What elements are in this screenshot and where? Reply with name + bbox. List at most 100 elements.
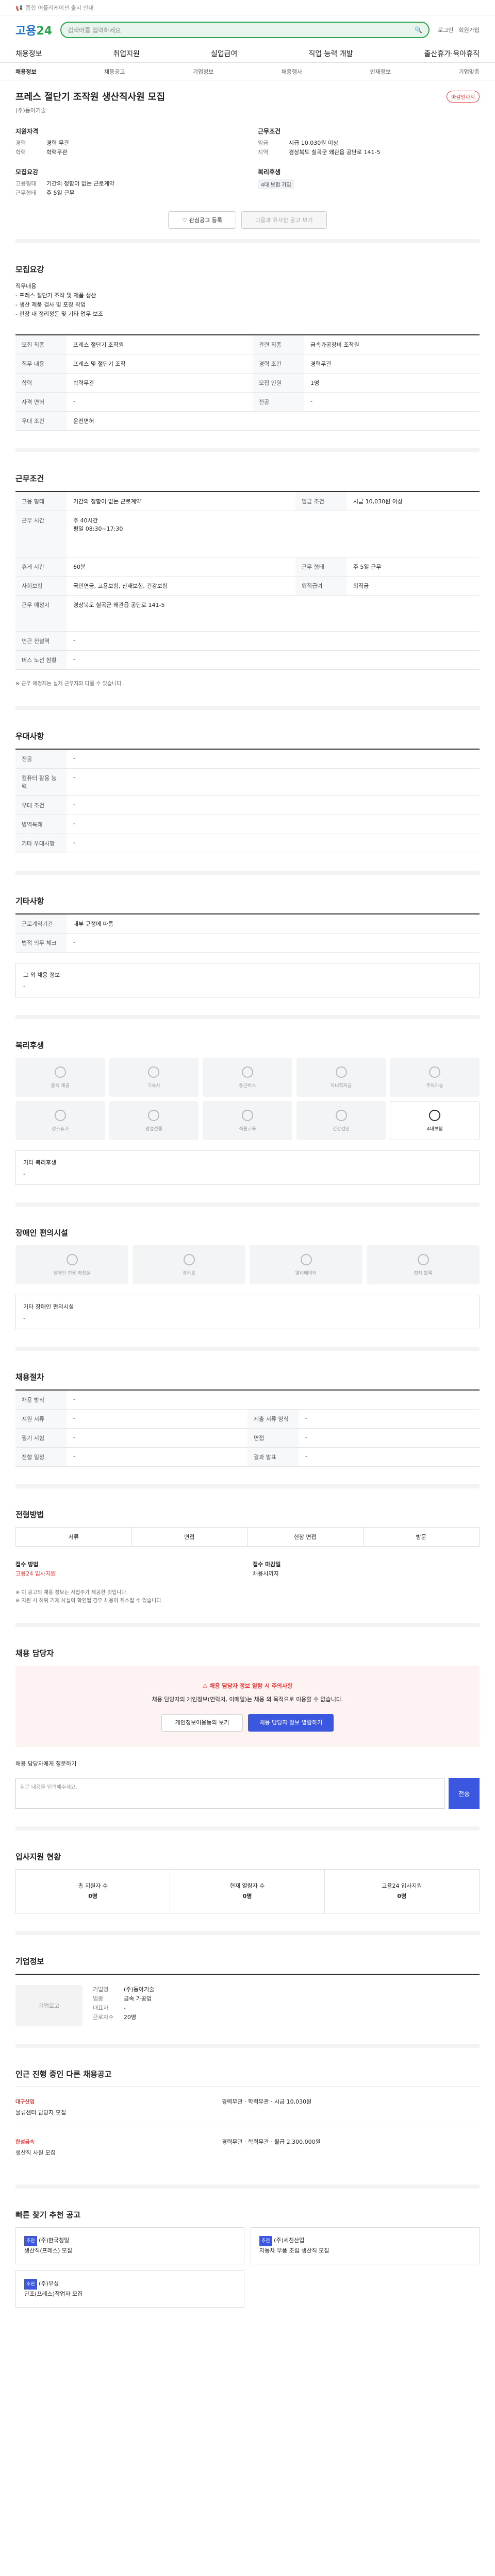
conditions-section: 근무조건 고용 형태 기간의 정함이 없는 근로계약 임금 조건 시급 10,030원…: [15, 452, 480, 710]
search-icon[interactable]: 🔍: [415, 26, 422, 33]
company-section: 기업정보 기업로고 기업명 (주)동아기술 업종 금속 가공업 대표자 - 근로자수 2…: [15, 1935, 480, 2048]
section-title: 채용절차: [15, 1372, 44, 1382]
conditions-table: 고용 형태 기간의 정함이 없는 근로계약 임금 조건 시급 10,030원 이상 근…: [15, 491, 480, 670]
section-title: 빠른 찾기 추천 공고: [15, 2210, 81, 2219]
subnav-item[interactable]: 채용행사: [282, 67, 302, 76]
join-link[interactable]: 회원가입: [459, 26, 480, 34]
method-tab[interactable]: 서류: [16, 1528, 132, 1546]
contact-alert: ⚠ 채용 담당자 정보 열람 시 주의사항 채용 담당자의 개인정보(연락처, …: [15, 1666, 480, 1747]
leave-icon: [54, 1109, 66, 1121]
subnav-item[interactable]: 채용공고: [104, 67, 125, 76]
method-tab[interactable]: 면접: [132, 1528, 248, 1546]
bus-icon: [241, 1066, 253, 1078]
apply-section: 전형방법 서류 면접 현장 면접 방문 접수 방법 고용24 입사지원 접수 마감…: [15, 1488, 480, 1627]
warning-icon: ⚠: [202, 1683, 208, 1689]
login-link[interactable]: 로그인: [438, 26, 453, 34]
facility-item: 장애인 전용 화장실: [15, 1245, 128, 1284]
logo[interactable]: 고용24: [15, 22, 52, 38]
facility-item: 점자 블록: [367, 1245, 480, 1284]
top-notice[interactable]: 통합 어플리케이션 출시 안내: [26, 4, 94, 12]
nav-item[interactable]: 취업지원: [113, 48, 140, 59]
job-title: 프레스 절단기 조작원 생산직사원 모집: [15, 92, 166, 103]
section-title: 채용 담당자: [15, 1649, 54, 1658]
deadline-badge: 마감일까지: [447, 90, 480, 103]
toilet-icon: [66, 1253, 78, 1265]
main-nav: 채용정보 취업지원 실업급여 직업 능력 개발 출산휴가·육아휴직: [0, 44, 495, 63]
welfare-grid: 중식 제공 기숙사 통근버스 자녀학자금 주차가능 경조휴가 명절선물 직원교육…: [15, 1058, 480, 1140]
company-name[interactable]: (주)동아기술: [15, 106, 480, 114]
subnav-item[interactable]: 기업맞춤: [458, 67, 479, 76]
section-title: 근무조건: [15, 474, 44, 483]
dorm-icon: [148, 1066, 160, 1078]
education-icon: [241, 1109, 253, 1121]
send-button[interactable]: 전송: [449, 1778, 480, 1809]
ask-label: 채용 담당자에게 질문하기: [15, 1760, 77, 1767]
question-textarea[interactable]: 질문 내용을 입력해주세요.: [15, 1778, 444, 1809]
util-menu: 로그인 회원가입: [438, 26, 480, 34]
subnav-item[interactable]: 채용정보: [15, 67, 36, 76]
recommend-card[interactable]: 추천 (주)세진산업 자동차 부품 조립 생산직 모집: [251, 2227, 480, 2264]
process-table: 채용 방식 - 지원 서류 - 제출 서류 양식 - 필기 시험 - 면접 - 전형 일정 - 결…: [15, 1389, 480, 1467]
section-title: 기타사항: [15, 896, 44, 906]
topbar: 📢 통합 어플리케이션 출시 안내: [0, 0, 495, 15]
recommend-card[interactable]: 추천 (주)한국정밀 생산직(프레스) 모집: [15, 2227, 244, 2264]
section-label: 모집요강: [15, 168, 39, 176]
nav-item[interactable]: 실업급여: [211, 48, 238, 59]
privacy-view-button[interactable]: 개인정보이용동의 보기: [161, 1714, 243, 1732]
section-label: 지원자격: [15, 128, 39, 135]
scholarship-icon: [335, 1066, 347, 1078]
facility-item: 엘리베이터: [250, 1245, 362, 1284]
method-tab[interactable]: 현장 면접: [248, 1528, 364, 1546]
disability-extra: 기타 장애인 편의시설 -: [15, 1295, 480, 1329]
etc-memo: 그 외 채용 정보 -: [15, 963, 480, 997]
contact-section: 채용 담당자 ⚠ 채용 담당자 정보 열람 시 주의사항 채용 담당자의 개인정…: [15, 1627, 480, 1831]
nav-item[interactable]: 채용정보: [15, 48, 42, 59]
section-title: 기업정보: [15, 1957, 44, 1966]
job-description: 직무내용 - 프레스 절단기 조작 및 제품 생산 - 생산 제품 검사 및 포…: [15, 283, 104, 317]
subnav-item[interactable]: 인재정보: [370, 67, 391, 76]
section-title: 복리후생: [15, 1041, 44, 1050]
section-title: 입사지원 현황: [15, 1852, 61, 1861]
elevator-icon: [300, 1253, 312, 1265]
etc-section: 기타사항 근로계약기간 내부 규정에 따름 법적 의무 체크 - 그 외 채용 정보…: [15, 875, 480, 1019]
recruit-section: 모집요강 직무내용 - 프레스 절단기 조작 및 제품 생산 - 생산 제품 검…: [15, 243, 480, 452]
section-title: 인근 진행 중인 다른 채용공고: [15, 2070, 112, 2079]
section-title: 전형방법: [15, 1510, 44, 1519]
welfare-section: 복리후생 중식 제공 기숙사 통근버스 자녀학자금 주차가능 경조휴가 명절선물…: [15, 1019, 480, 1207]
parking-icon: [429, 1066, 441, 1078]
section-title: 우대사항: [15, 732, 44, 741]
notice-icon: 📢: [15, 4, 23, 11]
welfare-extra: 기타 복리후생 -: [15, 1150, 480, 1185]
contact-view-button[interactable]: 채용 담당자 정보 열람하기: [248, 1714, 334, 1732]
method-tab[interactable]: 방문: [364, 1528, 480, 1546]
related-job[interactable]: 대구산업 물류센터 담당자 모집 경력무관 · 학력무관 · 시급 10,030원: [15, 2087, 480, 2127]
related-job[interactable]: 한성금속 생산직 사원 모집 경력무관 · 학력무관 · 월급 2,300,000…: [15, 2127, 480, 2167]
subnav-item[interactable]: 기업정보: [193, 67, 213, 76]
preference-table: 전공 - 컴퓨터 활용 능력 - 우대 조건 - 병역특례 - 기타 우대사항 -: [15, 749, 480, 853]
welfare-tag: 4대 보험 가입: [258, 179, 294, 189]
welfare-item-selected: 4대보험: [390, 1101, 480, 1140]
section-title: 장애인 편의시설: [15, 1228, 68, 1238]
status-section: 입사지원 현황 총 지원자 수 0명 현재 열람자 수 0명 고용24 입사지원 0명: [15, 1831, 480, 1935]
welfare-item: 건강검진: [296, 1101, 386, 1140]
recommend-card[interactable]: 추천 (주)우성 단조(프레스)작업자 모집: [15, 2270, 244, 2308]
ramp-icon: [183, 1253, 195, 1265]
company-logo: 기업로고: [15, 1985, 82, 2026]
welfare-item: 직원교육: [203, 1101, 292, 1140]
footnote: ※ 근무 예정지는 실제 근무지와 다를 수 있습니다.: [15, 681, 123, 687]
recommend-section: 빠른 찾기 추천 공고 추천 (주)한국정밀 생산직(프레스) 모집 추천 (주)…: [15, 2189, 480, 2325]
apply-methods: 서류 면접 현장 면접 방문: [15, 1527, 480, 1547]
sub-nav: 채용정보 채용공고 기업정보 채용행사 인재정보 기업맞춤: [0, 63, 495, 80]
welfare-item: 명절선물: [109, 1101, 199, 1140]
welfare-item: 기숙사: [109, 1058, 199, 1097]
insurance-icon: [429, 1109, 441, 1121]
scrap-button[interactable]: ♡ 관심공고 등록: [168, 211, 236, 229]
preference-section: 우대사항 전공 - 컴퓨터 활용 능력 - 우대 조건 - 병역특례 - 기타 우대사항…: [15, 710, 480, 875]
similar-button[interactable]: 다음과 유사한 공고 보기: [241, 211, 327, 229]
nav-item[interactable]: 출산휴가·육아휴직: [424, 48, 480, 59]
braille-icon: [417, 1253, 429, 1265]
disability-section: 장애인 편의시설 장애인 전용 화장실 경사로 엘리베이터 점자 블록 기타 장…: [15, 1207, 480, 1351]
welfare-item: 통근버스: [203, 1058, 292, 1097]
search-input[interactable]: 검색어를 입력하세요 🔍: [60, 22, 430, 38]
nav-item[interactable]: 직업 능력 개발: [308, 48, 353, 59]
